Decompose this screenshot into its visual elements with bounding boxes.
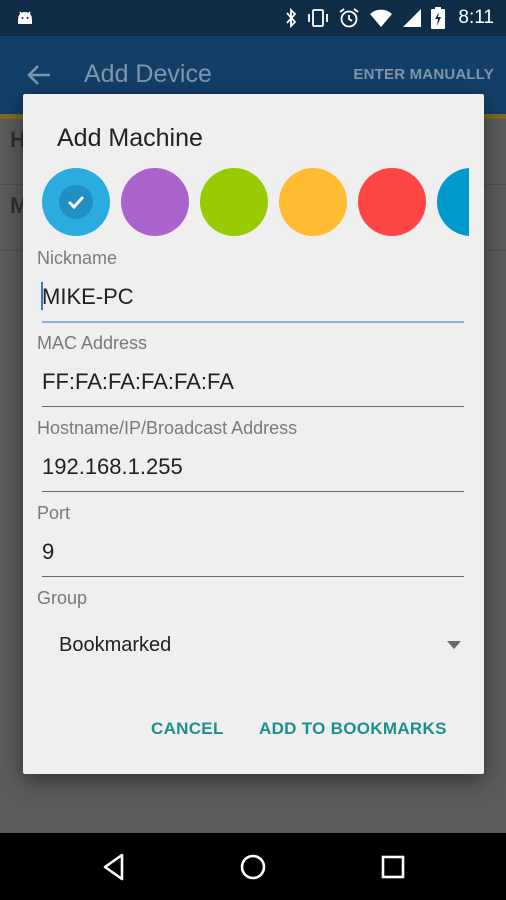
alarm-icon xyxy=(339,8,359,28)
cancel-button[interactable]: CANCEL xyxy=(151,719,224,739)
wifi-icon xyxy=(370,9,393,27)
port-label: Port xyxy=(37,503,71,523)
status-bar: 8:11 xyxy=(0,0,506,36)
signal-icon xyxy=(403,9,422,27)
bluetooth-icon xyxy=(286,8,297,28)
color-picker xyxy=(42,168,469,236)
mac-address-field[interactable]: FF:FA:FA:FA:FA:FA xyxy=(42,369,234,395)
battery-charging-icon xyxy=(431,7,446,29)
vibrate-icon xyxy=(308,9,329,27)
color-swatch-orange[interactable] xyxy=(279,168,347,236)
recents-square-icon[interactable] xyxy=(376,850,410,884)
arrow-back-icon[interactable] xyxy=(26,62,52,88)
mac-underline xyxy=(42,406,464,407)
group-label: Group xyxy=(37,588,88,608)
port-field[interactable]: 9 xyxy=(42,539,54,565)
port-underline xyxy=(42,576,464,577)
mac-label: MAC Address xyxy=(37,333,148,353)
check-icon xyxy=(67,195,85,210)
color-swatch-purple[interactable] xyxy=(121,168,189,236)
status-time: 8:11 xyxy=(458,7,494,28)
app-bar-title: Add Device xyxy=(84,60,212,88)
color-swatch-green[interactable] xyxy=(200,168,268,236)
group-select-value[interactable]: Bookmarked xyxy=(59,634,171,657)
dropdown-arrow-icon[interactable] xyxy=(447,641,461,649)
back-triangle-icon[interactable] xyxy=(97,850,131,884)
nickname-field[interactable]: MIKE-PC xyxy=(42,284,134,310)
host-underline xyxy=(42,491,464,492)
host-field[interactable]: 192.168.1.255 xyxy=(42,454,183,480)
navigation-bar xyxy=(0,833,506,900)
android-debug-icon xyxy=(18,11,32,24)
color-swatch-red[interactable] xyxy=(358,168,426,236)
color-swatch-dark-blue[interactable] xyxy=(437,168,469,236)
host-label: Hostname/IP/Broadcast Address xyxy=(37,418,298,438)
home-circle-icon[interactable] xyxy=(236,850,270,884)
dialog-title: Add Machine xyxy=(57,124,203,152)
add-to-bookmarks-button[interactable]: ADD TO BOOKMARKS xyxy=(259,719,447,739)
nickname-underline xyxy=(42,321,464,323)
text-cursor xyxy=(41,282,43,310)
add-machine-dialog: Add Machine Nickname MIKE-PC MAC Address… xyxy=(23,94,484,774)
color-swatch-blue[interactable] xyxy=(42,168,110,236)
enter-manually-button[interactable]: ENTER MANUALLY xyxy=(353,66,494,83)
nickname-label: Nickname xyxy=(37,248,118,268)
